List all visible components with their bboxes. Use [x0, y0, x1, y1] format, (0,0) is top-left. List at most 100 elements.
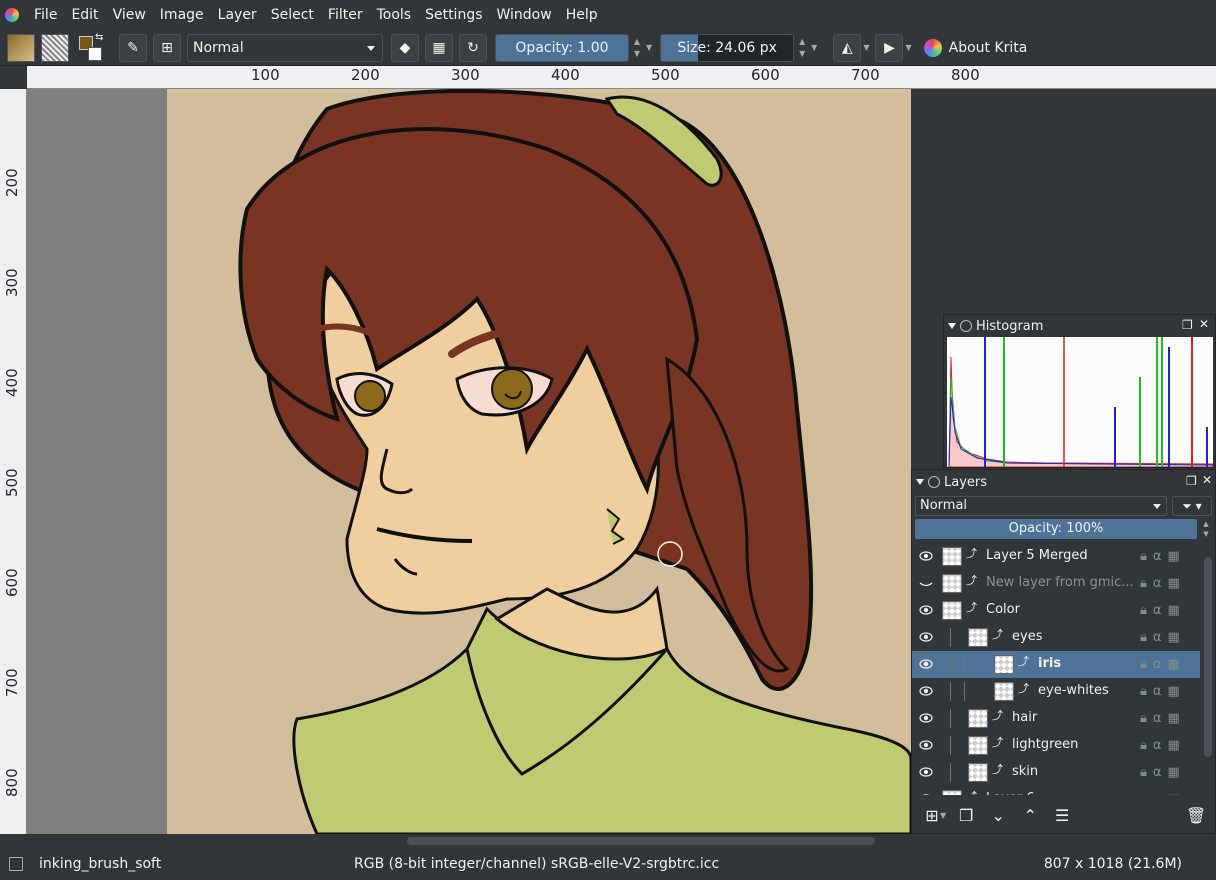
layer-name[interactable]: hair — [1012, 710, 1037, 725]
layer-name[interactable]: skin — [1012, 764, 1038, 779]
layer-properties-button[interactable]: ☰ — [1050, 806, 1074, 825]
mirror-h-menu-arrow[interactable]: ▼ — [863, 43, 869, 52]
eye-icon[interactable] — [919, 658, 933, 670]
menu-file[interactable]: File — [27, 0, 64, 30]
collapse-icon[interactable] — [948, 323, 956, 329]
collapse-icon[interactable] — [916, 479, 924, 485]
size-slider[interactable]: Size: 24.06 px — [660, 33, 795, 62]
layers-title-bar[interactable]: Layers ❐ ✕ — [912, 470, 1215, 494]
layer-row[interactable]: ⤴ hair 🔒︎ α ▦ — [912, 705, 1200, 732]
lock-icon[interactable]: 🔒︎ — [1140, 576, 1147, 591]
eye-icon[interactable] — [919, 712, 933, 724]
layer-name[interactable]: lightgreen — [1012, 737, 1078, 752]
pattern-swatch[interactable] — [41, 33, 69, 62]
layer-name[interactable]: Layer 5 Merged — [986, 548, 1088, 563]
layer-row[interactable]: ⤴ eyes 🔒︎ α ▦ — [912, 624, 1200, 651]
menu-filter[interactable]: Filter — [321, 0, 370, 30]
layer-name[interactable]: eyes — [1012, 629, 1042, 644]
alpha-lock-icon[interactable]: α — [1153, 657, 1162, 672]
lock-icon[interactable]: 🔒︎ — [1140, 711, 1147, 726]
duplicate-layer-button[interactable]: ❐ — [954, 806, 978, 825]
lock-icon[interactable]: 🔒︎ — [1140, 549, 1147, 564]
layer-name[interactable]: Color — [986, 602, 1020, 617]
colorspace-info[interactable]: RGB (8-bit integer/channel) sRGB-elle-V2… — [354, 856, 719, 872]
canvas-horizontal-scrollbar[interactable] — [27, 834, 1216, 848]
background-color[interactable] — [88, 46, 102, 61]
alpha-lock-icon[interactable]: α — [1153, 684, 1162, 699]
alpha-lock-icon[interactable]: α — [1153, 765, 1162, 780]
scrollbar-thumb[interactable] — [407, 837, 875, 845]
mirror-v-menu-arrow[interactable]: ▼ — [905, 43, 911, 52]
layer-row[interactable]: ⤴ Layer 6 🔒︎ α ▦ — [912, 786, 1200, 795]
blend-mode-combo[interactable]: Normal — [187, 33, 383, 62]
brush-presets-button[interactable]: ✎ — [119, 33, 147, 62]
alpha-lock-icon[interactable]: α — [1153, 792, 1162, 795]
eye-icon[interactable] — [919, 739, 933, 751]
gradient-swatch[interactable] — [7, 33, 35, 62]
close-icon[interactable]: ✕ — [1199, 317, 1209, 331]
inherit-alpha-icon[interactable]: ▦ — [1168, 738, 1180, 753]
inherit-alpha-icon[interactable]: ▦ — [1168, 657, 1180, 672]
size-menu-arrow[interactable]: ▼ — [811, 43, 817, 52]
layer-filter-button[interactable]: ⏷ ▾ — [1172, 496, 1212, 516]
opacity-spinner[interactable]: ▲ ▼ — [630, 34, 644, 62]
layer-row[interactable]: ⤴ eye-whites 🔒︎ α ▦ — [912, 678, 1200, 705]
layer-name[interactable]: eye-whites — [1038, 683, 1109, 698]
layer-opacity-slider[interactable]: Opacity: 100% — [915, 519, 1197, 539]
about-krita-button[interactable]: About Krita — [923, 38, 1027, 57]
layer-row[interactable]: ⤴ iris 🔒︎ α ▦ — [912, 651, 1200, 678]
alpha-lock-icon[interactable]: α — [1153, 549, 1162, 564]
alpha-lock-icon[interactable]: α — [1153, 738, 1162, 753]
inherit-alpha-icon[interactable]: ▦ — [1168, 549, 1180, 564]
menu-tools[interactable]: Tools — [370, 0, 419, 30]
histogram-title-bar[interactable]: Histogram ❐ ✕ — [944, 315, 1215, 337]
alpha-lock-icon[interactable]: α — [1153, 603, 1162, 618]
eye-icon[interactable] — [919, 685, 933, 697]
layer-list-scrollbar[interactable] — [1202, 543, 1214, 795]
move-layer-up-button[interactable]: ⌃ — [1018, 806, 1042, 825]
delete-layer-button[interactable]: 🗑 — [1184, 806, 1208, 825]
menu-settings[interactable]: Settings — [418, 0, 489, 30]
lock-icon[interactable]: 🔒︎ — [1140, 792, 1147, 795]
inherit-alpha-icon[interactable]: ▦ — [1168, 603, 1180, 618]
alpha-lock-icon[interactable]: α — [1153, 630, 1162, 645]
lock-icon[interactable]: 🔒︎ — [1140, 738, 1147, 753]
layer-row[interactable]: ⤴ Color 🔒︎ α ▦ — [912, 597, 1200, 624]
reload-preset-button[interactable]: ↻ — [459, 33, 487, 62]
scrollbar-thumb[interactable] — [1204, 557, 1212, 757]
inherit-alpha-icon[interactable]: ▦ — [1168, 630, 1180, 645]
layer-opacity-spinner[interactable]: ▲ ▼ — [1199, 519, 1213, 539]
fg-bg-color-selector[interactable]: ⇆ — [79, 32, 107, 62]
lock-icon[interactable]: 🔒︎ — [1140, 603, 1147, 618]
eye-closed-icon[interactable] — [919, 577, 933, 589]
eye-icon[interactable] — [919, 604, 933, 616]
layer-row[interactable]: ⤴ skin 🔒︎ α ▦ — [912, 759, 1200, 786]
layer-row[interactable]: ⤴ lightgreen 🔒︎ α ▦ — [912, 732, 1200, 759]
inherit-alpha-icon[interactable]: ▦ — [1168, 711, 1180, 726]
inherit-alpha-icon[interactable]: ▦ — [1168, 684, 1180, 699]
layer-row[interactable]: ⤴ Layer 5 Merged 🔒︎ α ▦ — [912, 543, 1200, 570]
menu-image[interactable]: Image — [153, 0, 211, 30]
inherit-alpha-icon[interactable]: ▦ — [1168, 765, 1180, 780]
menu-edit[interactable]: Edit — [64, 0, 105, 30]
opacity-slider[interactable]: Opacity: 1.00 — [495, 33, 629, 62]
swap-colors-icon[interactable]: ⇆ — [95, 32, 103, 43]
lock-icon[interactable]: 🔒︎ — [1140, 630, 1147, 645]
float-icon[interactable]: ❐ — [1186, 474, 1197, 488]
brush-settings-button[interactable]: ⊞ — [153, 33, 181, 62]
lock-icon[interactable]: 🔒︎ — [1140, 657, 1147, 672]
menu-layer[interactable]: Layer — [211, 0, 264, 30]
layer-name[interactable]: Layer 6 — [986, 791, 1035, 795]
alpha-lock-icon[interactable]: α — [1153, 576, 1162, 591]
inherit-alpha-icon[interactable]: ▦ — [1168, 576, 1180, 591]
lock-docker-icon[interactable] — [928, 476, 940, 488]
menu-view[interactable]: View — [106, 0, 153, 30]
size-spinner[interactable]: ▲ ▼ — [795, 34, 809, 62]
inherit-alpha-icon[interactable]: ▦ — [1168, 792, 1180, 795]
menu-window[interactable]: Window — [490, 0, 559, 30]
eye-icon[interactable] — [919, 766, 933, 778]
layer-name[interactable]: New layer from gmic... — [986, 575, 1134, 590]
alpha-lock-icon[interactable]: α — [1153, 711, 1162, 726]
eye-icon[interactable] — [919, 793, 933, 795]
float-icon[interactable]: ❐ — [1182, 318, 1193, 332]
